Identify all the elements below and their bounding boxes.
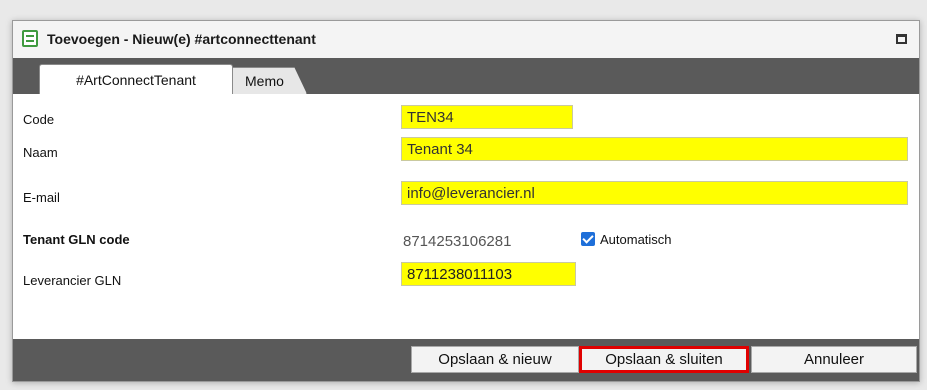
title-bar: Toevoegen - Nieuw(e) #artconnecttenant [13,21,919,59]
button-bar: Opslaan & nieuw Opslaan & sluiten Annule… [13,339,919,381]
maximize-icon[interactable] [896,34,907,44]
email-input[interactable] [401,181,908,205]
naam-input[interactable] [401,137,908,161]
form-content: Code Naam E-mail Tenant GLN code 8714253… [13,94,919,339]
leverancier-gln-label: Leverancier GLN [23,273,122,288]
code-input[interactable] [401,105,573,129]
cancel-button[interactable]: Annuleer [751,346,917,373]
tab-artconnecttenant[interactable]: #ArtConnectTenant [39,64,233,94]
form-icon [22,30,38,47]
naam-label: Naam [23,145,58,160]
automatisch-checkbox[interactable] [581,232,595,246]
code-label: Code [23,112,55,127]
dialog-window: Toevoegen - Nieuw(e) #artconnecttenant M… [12,20,920,382]
save-close-button[interactable]: Opslaan & sluiten [579,346,749,373]
tenant-gln-value: 8714253106281 [403,233,512,250]
email-label: E-mail [23,190,60,205]
tab-bar: Memo #ArtConnectTenant [13,58,919,94]
leverancier-gln-input[interactable] [401,262,576,286]
window-title: Toevoegen - Nieuw(e) #artconnecttenant [47,31,316,47]
save-new-button[interactable]: Opslaan & nieuw [411,346,579,373]
tenant-gln-label: Tenant GLN code [23,232,130,247]
tab-memo[interactable]: Memo [227,67,307,94]
automatisch-label: Automatisch [600,232,672,247]
